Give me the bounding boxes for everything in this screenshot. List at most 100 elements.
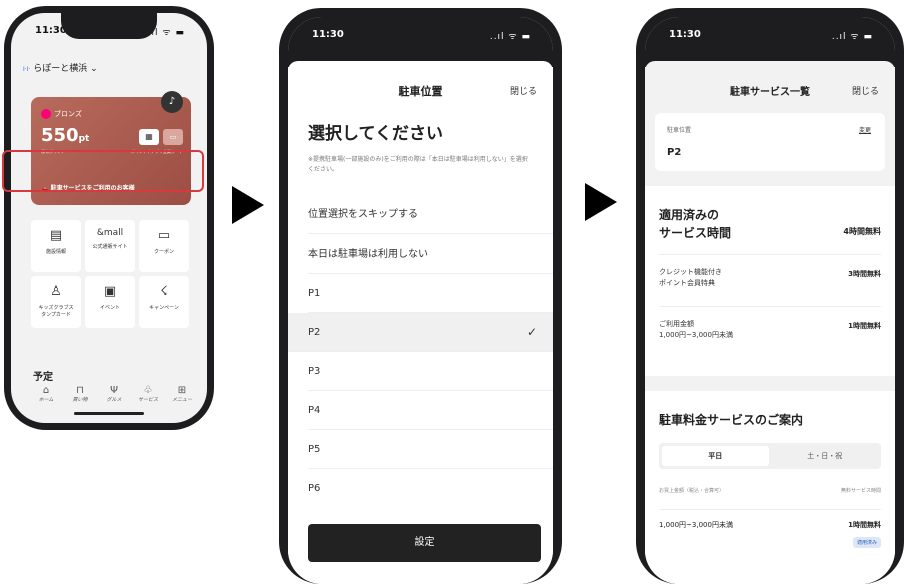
status-time: 11:30: [669, 29, 701, 40]
change-link[interactable]: 変更: [859, 125, 871, 134]
tab-label: グルメ: [106, 397, 122, 403]
tab-home[interactable]: ⌂ ホーム: [29, 385, 63, 403]
mall-name: らぽーと横浜: [33, 64, 88, 74]
tile-event[interactable]: ▣ イベント: [85, 276, 135, 328]
schedule-heading: 予定: [33, 372, 53, 383]
modal-sheet: 駐車位置 閉じる 選択してください ※提携駐車場(一部施設のみ)をご利用の際は「…: [288, 61, 553, 584]
option-p2[interactable]: P2 ✓: [288, 313, 553, 352]
row-time: 1時間無料: [848, 521, 881, 529]
phone-parking-service: 11:30 ..ıl ᯤ ▬ 駐車サービス一覧 閉じる 駐車位置 変更 P2 適…: [636, 8, 904, 584]
qr-icon[interactable]: ▦: [139, 129, 159, 145]
card-icon[interactable]: ▭: [163, 129, 183, 145]
status-badge: 適用済み: [852, 537, 881, 548]
tile-label: 公式通販サイト: [92, 244, 128, 250]
table-header: お買上金額（税込・合算可） 無料サービス時間: [659, 487, 881, 494]
position-value: P2: [667, 147, 682, 158]
tab-menu[interactable]: ⊞ メニュー: [165, 385, 199, 403]
note-text: ※提携駐車場(一部施設のみ)をご利用の際は「本日は駐車場は利用しない」を選択くだ…: [308, 156, 528, 173]
status-icons: ..ıl ᯤ ▬: [831, 32, 873, 42]
stamp-icon: ♙: [50, 284, 62, 299]
header-amount: お買上金額（税込・合算可）: [659, 488, 725, 494]
notch: [61, 13, 157, 39]
points-unit: pt: [78, 134, 90, 144]
service-label: クレジット機能付き ポイント会員特典: [659, 268, 722, 287]
option-p6[interactable]: P6: [308, 469, 553, 508]
home-icon: ⌂: [42, 385, 50, 396]
andmall-icon: &mall: [96, 228, 124, 238]
tab-service[interactable]: ♧ サービス: [131, 385, 165, 403]
position-label: 駐車位置: [667, 127, 692, 134]
service-row: ご利用金額 1,000円~3,000円未満 1時間無料: [659, 306, 881, 356]
notch: [350, 17, 491, 43]
option-p1[interactable]: P1: [308, 274, 553, 313]
bell-icon[interactable]: ♪: [161, 91, 183, 113]
check-icon: ✓: [526, 325, 537, 339]
tab-bar: ⌂ ホーム ⊓ 買い物 Ψ グルメ ♧ サービス ⊞ メニュー: [29, 385, 199, 415]
rank-label: ブロンズ: [54, 110, 82, 118]
page-heading: 選択してください: [308, 124, 443, 144]
tile-label: クーポン: [153, 249, 174, 255]
modal-sheet: 駐車サービス一覧 閉じる 駐車位置 変更 P2 適用済みの サービス時間 4時間…: [645, 61, 895, 584]
position-card: 駐車位置 変更 P2: [655, 113, 885, 171]
megaphone-icon: ☇: [160, 284, 168, 299]
table-row: 1,000円~3,000円未満 1時間無料: [659, 509, 881, 530]
tab-label: 買い物: [72, 397, 88, 403]
home-indicator: [74, 412, 144, 415]
calendar-icon: ▣: [103, 284, 117, 299]
day-toggle: 平日 土・日・祝: [659, 443, 881, 469]
phone-parking-position: 11:30 ..ıl ᯤ ▬ 駐車位置 閉じる 選択してください ※提携駐車場(…: [279, 8, 562, 584]
option-p3[interactable]: P3: [308, 352, 553, 391]
applied-heading: 適用済みの サービス時間: [659, 208, 732, 240]
service-value: 1時間無料: [848, 322, 881, 330]
position-screen: 11:30 ..ıl ᯤ ▬ 駐車位置 閉じる 選択してください ※提携駐車場(…: [288, 17, 553, 584]
tab-label: メニュー: [171, 397, 192, 403]
chevron-down-icon: ⌄: [90, 64, 98, 74]
status-icons: ..ıl ᯤ ▬: [489, 32, 531, 42]
bag-icon: ⊓: [76, 385, 84, 396]
service-icon: ♧: [143, 385, 153, 396]
option-no-parking[interactable]: 本日は駐車場は利用しない: [308, 235, 553, 274]
points-value: 550: [41, 125, 79, 146]
service-screen: 11:30 ..ıl ᯤ ▬ 駐車サービス一覧 閉じる 駐車位置 変更 P2 適…: [645, 17, 895, 584]
service-label: ご利用金額 1,000円~3,000円未満: [659, 320, 733, 339]
tab-label: サービス: [137, 397, 158, 403]
option-label: P2: [308, 327, 321, 338]
tile-label: キッズクラブス タンプカード: [38, 305, 74, 318]
close-button[interactable]: 閉じる: [510, 84, 537, 97]
tile-campaign[interactable]: ☇ キャンペーン: [139, 276, 189, 328]
service-value: 3時間無料: [848, 270, 881, 278]
fork-icon: Ψ: [110, 385, 118, 396]
applied-total: 4時間無料: [843, 227, 881, 236]
tile-kids[interactable]: ♙ キッズクラブス タンプカード: [31, 276, 81, 328]
guide-heading: 駐車料金サービスのご案内: [659, 413, 804, 427]
coupon-icon: ▭: [157, 228, 171, 243]
arrow-right-icon: [585, 183, 617, 221]
option-p4[interactable]: P4: [308, 391, 553, 430]
service-row: クレジット機能付き ポイント会員特典 3時間無料: [659, 254, 881, 304]
rank-icon: [41, 109, 51, 119]
arrow-right-icon: [232, 186, 264, 224]
set-button[interactable]: 設定: [308, 524, 541, 562]
tile-label: 施設情報: [45, 249, 66, 255]
tile-coupon[interactable]: ▭ クーポン: [139, 220, 189, 272]
tab-shopping[interactable]: ⊓ 買い物: [63, 385, 97, 403]
tab-weekday[interactable]: 平日: [662, 446, 769, 466]
grid-icon: ⊞: [177, 385, 187, 396]
highlight-box: [2, 150, 204, 192]
mall-logo-icon: I·I·: [23, 66, 31, 73]
tile-facility[interactable]: ▤ 施設情報: [31, 220, 81, 272]
option-p5[interactable]: P5: [308, 430, 553, 469]
tab-weekend[interactable]: 土・日・祝: [771, 446, 878, 466]
building-icon: ▤: [49, 228, 63, 243]
close-button[interactable]: 閉じる: [852, 84, 879, 97]
applied-section: 適用済みの サービス時間 4時間無料 クレジット機能付き ポイント会員特典 3時…: [645, 186, 895, 376]
notch: [704, 17, 836, 43]
home-screen: 11:30 ..ıl ᯤ ▬ I·I· らぽーと横浜 ⌄ ♪ ブロンズ 550p…: [11, 13, 207, 423]
row-amount: 1,000円~3,000円未満: [659, 521, 733, 529]
option-skip[interactable]: 位置選択をスキップする: [308, 195, 553, 234]
tile-mall[interactable]: &mall 公式通販サイト: [85, 220, 135, 272]
status-time: 11:30: [312, 29, 344, 40]
tab-gourmet[interactable]: Ψ グルメ: [97, 385, 131, 403]
tile-label: イベント: [99, 305, 120, 311]
tile-label: キャンペーン: [149, 305, 179, 311]
